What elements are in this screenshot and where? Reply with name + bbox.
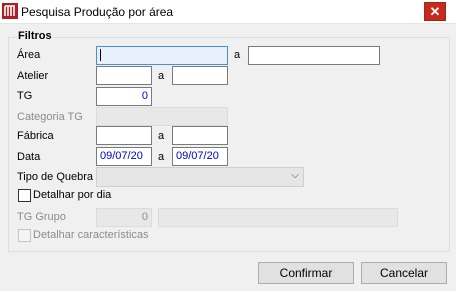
tipo-quebra-select[interactable]: ⌵	[96, 167, 304, 187]
tg-label: TG	[17, 90, 33, 102]
app-logo-icon	[2, 3, 18, 19]
tipo-quebra-label: Tipo de Quebra	[17, 171, 94, 183]
text-caret	[100, 49, 101, 62]
detalhar-dia-label[interactable]: Detalhar por dia	[33, 189, 111, 201]
fabrica-label: Fábrica	[17, 130, 54, 142]
area-to-input[interactable]	[248, 46, 380, 65]
detalhar-caracteristicas-label: Detalhar características	[33, 229, 149, 241]
atelier-from-input[interactable]	[96, 66, 152, 85]
atelier-label: Atelier	[17, 70, 49, 82]
data-to-label: a	[158, 151, 165, 163]
detalhar-caracteristicas-checkbox	[18, 229, 31, 242]
area-to-label: a	[234, 49, 241, 61]
cancel-button[interactable]: Cancelar	[361, 262, 447, 284]
categoria-tg-input	[96, 107, 228, 126]
fabrica-from-input[interactable]	[96, 126, 152, 145]
data-label: Data	[17, 151, 41, 163]
tg-grupo-description	[158, 208, 398, 227]
area-from-input[interactable]	[96, 46, 228, 65]
atelier-to-label: a	[158, 70, 165, 82]
window-title: Pesquisa Produção por área	[21, 5, 174, 19]
tg-grupo-input: 0	[96, 208, 152, 227]
categoria-tg-label: Categoria TG	[17, 111, 83, 123]
area-label: Área	[17, 49, 41, 61]
tg-grupo-label: TG Grupo	[17, 211, 66, 223]
detalhar-dia-checkbox[interactable]	[18, 189, 31, 202]
fabrica-to-label: a	[158, 130, 165, 142]
chevron-down-icon: ⌵	[291, 170, 299, 181]
tg-input[interactable]: 0	[96, 87, 152, 106]
atelier-to-input[interactable]	[172, 66, 228, 85]
data-to-input[interactable]: 09/07/20	[172, 147, 228, 166]
close-button[interactable]: ✕	[424, 2, 446, 21]
title-bar: Pesquisa Produção por área ✕	[0, 0, 456, 24]
data-from-input[interactable]: 09/07/20	[96, 147, 152, 166]
filters-legend: Filtros	[17, 30, 53, 42]
fabrica-to-input[interactable]	[172, 126, 228, 145]
confirm-button[interactable]: Confirmar	[258, 262, 354, 284]
close-icon: ✕	[429, 4, 441, 19]
